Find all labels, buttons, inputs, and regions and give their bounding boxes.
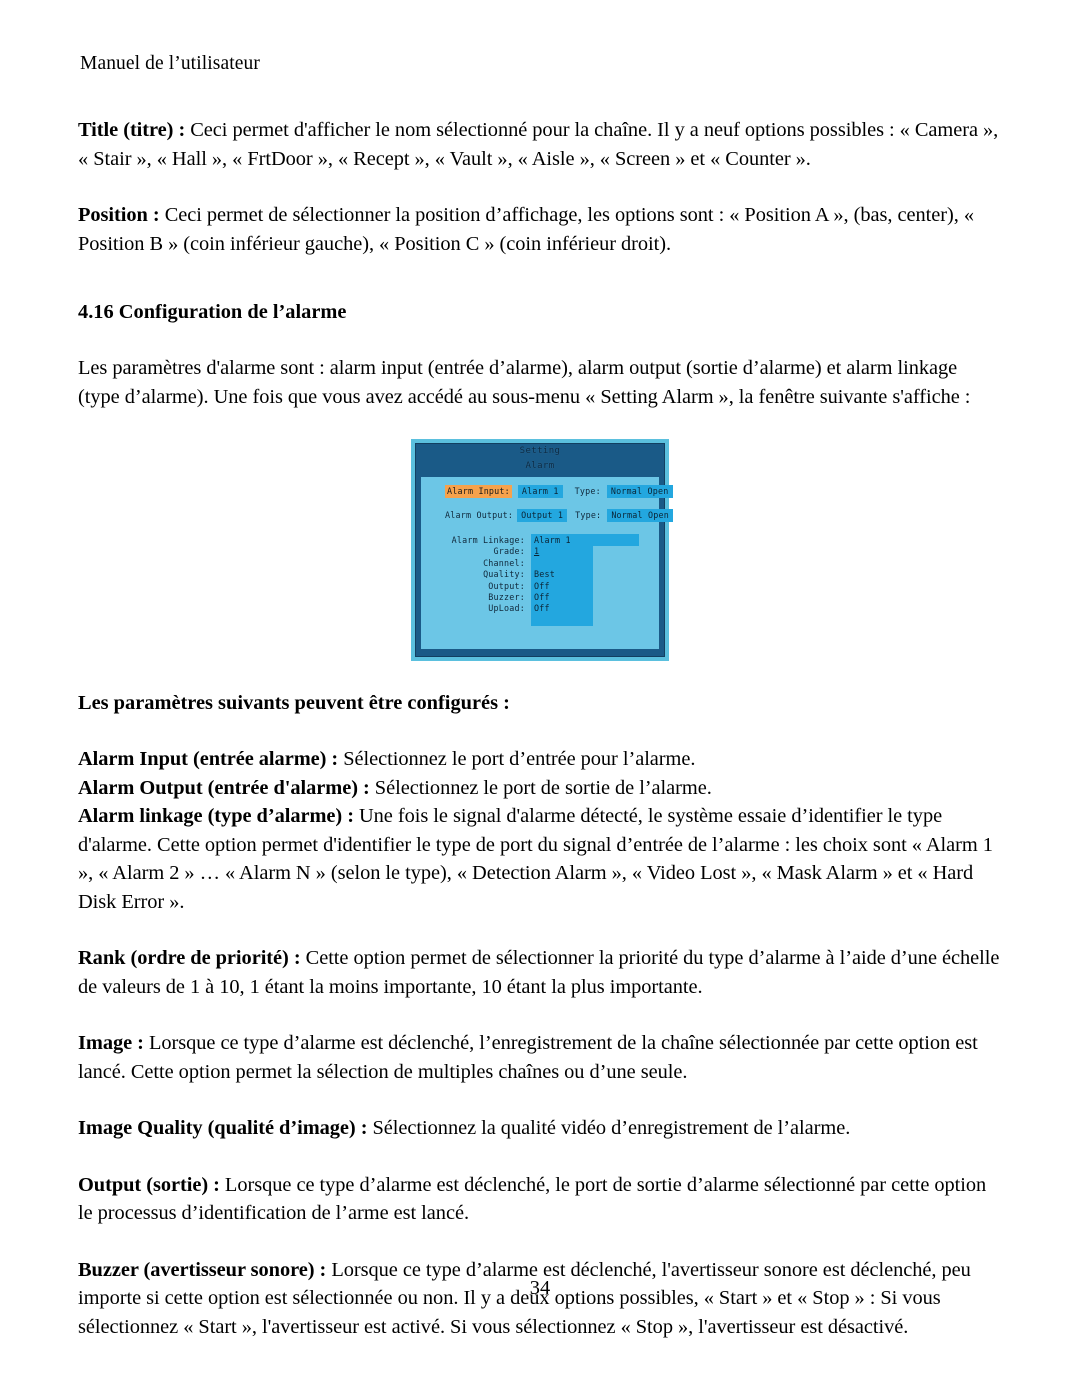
paragraph-title-text: Ceci permet d'afficher le nom sélectionn… — [78, 119, 999, 170]
paragraph-image-quality: Image Quality (qualité d’image) : Sélect… — [78, 1114, 1002, 1143]
paragraph-title: Title (titre) : Ceci permet d'afficher l… — [78, 116, 1002, 173]
linkage-field-value-buzzer[interactable]: Off — [534, 592, 571, 603]
params-heading: Les paramètres suivants peuvent être con… — [78, 692, 510, 714]
alarm-input-label[interactable]: Alarm Input: — [445, 485, 512, 498]
paragraph-output: Output (sortie) : Lorsque ce type d’alar… — [78, 1171, 1002, 1228]
paragraph-output-label: Output (sortie) : — [78, 1173, 220, 1196]
linkage-field-label-upload[interactable]: UpLoad: — [447, 603, 525, 614]
paragraph-alarm-input-label: Alarm Input (entrée alarme) : — [78, 748, 339, 770]
alarm-input-type-label: Type: — [574, 486, 601, 496]
paragraph-title-label: Title (titre) : — [78, 119, 186, 141]
paragraph-position-text: Ceci permet de sélectionner la position … — [78, 204, 974, 255]
paragraph-alarm-linkage: Alarm linkage (type d’alarme) : Une fois… — [78, 802, 1002, 916]
alarm-output-type-label: Type: — [575, 510, 602, 520]
paragraph-position-label: Position : — [78, 204, 160, 226]
linkage-field-value-output[interactable]: Off — [534, 581, 571, 592]
figure-osd-screenshot: Setting Alarm Alarm Input: Alarm 1 Type: No… — [78, 439, 1002, 661]
page-number: 34 — [529, 1277, 551, 1299]
linkage-field-value-grade[interactable]: 1 — [534, 546, 571, 557]
osd-row-alarm-output: Alarm Output: Output 1 Type: Normal Open — [445, 509, 673, 522]
osd-title-line1: Setting — [519, 446, 561, 456]
paragraph-image-text: Lorsque ce type d’alarme est déclenché, … — [78, 1032, 978, 1083]
linkage-field-value-upload[interactable]: Off — [534, 603, 571, 614]
linkage-field-value-quality[interactable]: Best — [534, 569, 571, 580]
alarm-input-type-value[interactable]: Normal Open — [606, 485, 673, 498]
paragraph-rank-label: Rank (ordre de priorité) : — [78, 947, 301, 969]
osd-title-line2: Alarm — [525, 461, 555, 471]
osd-title: Setting Alarm — [411, 444, 669, 474]
alarm-output-label[interactable]: Alarm Output: — [445, 510, 513, 521]
osd-body: Alarm Input: Alarm 1 Type: Normal Open Alar… — [421, 477, 673, 649]
linkage-field-value-channel[interactable] — [534, 558, 571, 569]
paragraph-image-quality-text: Sélectionnez la qualité vidéo d’enregist… — [367, 1117, 851, 1139]
alarm-output-type-value[interactable]: Normal Open — [607, 509, 673, 522]
paragraph-alarm-input: Alarm Input (entrée alarme) : Sélectionn… — [78, 745, 1002, 774]
section-heading: 4.16 Configuration de l’alarme — [78, 301, 347, 323]
paragraph-alarm-output: Alarm Output (entrée d'alarme) : Sélecti… — [78, 774, 1002, 803]
alarm-linkage-labels: Alarm Linkage: Grade: Channel: Quality: … — [447, 535, 525, 615]
paragraph-image-quality-label: Image Quality (qualité d’image) : — [78, 1117, 368, 1139]
paragraph-image-label: Image : — [78, 1032, 144, 1054]
paragraph-alarm-output-label: Alarm Output (entrée d'alarme) : — [78, 776, 370, 799]
paragraph-position: Position : Ceci permet de sélectionner l… — [78, 201, 1002, 258]
paragraph-intro: Les paramètres d'alarme sont : alarm inp… — [78, 357, 971, 408]
paragraph-alarm-output-text: Sélectionnez le port de sortie de l’alar… — [369, 776, 712, 799]
osd-row-alarm-input: Alarm Input: Alarm 1 Type: Normal Open — [445, 485, 673, 498]
linkage-field-label-buzzer[interactable]: Buzzer: — [447, 592, 525, 603]
paragraph-rank: Rank (ordre de priorité) : Cette option … — [78, 944, 1002, 1001]
linkage-field-label-channel[interactable]: Channel: — [447, 558, 525, 569]
linkage-field-label-output[interactable]: Output: — [447, 581, 525, 592]
document-page: Manuel de l’utilisateur Title (titre) : … — [0, 0, 1080, 1397]
paragraph-image: Image : Lorsque ce type d’alarme est déc… — [78, 1029, 1002, 1086]
running-head: Manuel de l’utilisateur — [80, 53, 260, 74]
paragraph-alarm-linkage-label: Alarm linkage (type d’alarme) : — [78, 805, 354, 827]
alarm-linkage-label[interactable]: Alarm Linkage: — [447, 535, 525, 546]
alarm-linkage-values: Alarm 1 1 Best Off Off Off — [534, 535, 571, 615]
linkage-field-label-grade[interactable]: Grade: — [447, 546, 525, 557]
alarm-output-value[interactable]: Output 1 — [517, 509, 568, 522]
alarm-linkage-value[interactable]: Alarm 1 — [534, 535, 571, 546]
linkage-field-label-quality[interactable]: Quality: — [447, 569, 525, 580]
osd-dialog: Setting Alarm Alarm Input: Alarm 1 Type: No… — [411, 439, 673, 661]
alarm-input-value[interactable]: Alarm 1 — [517, 485, 563, 498]
paragraph-alarm-input-text: Sélectionnez le port d’entrée pour l’ala… — [338, 748, 696, 770]
